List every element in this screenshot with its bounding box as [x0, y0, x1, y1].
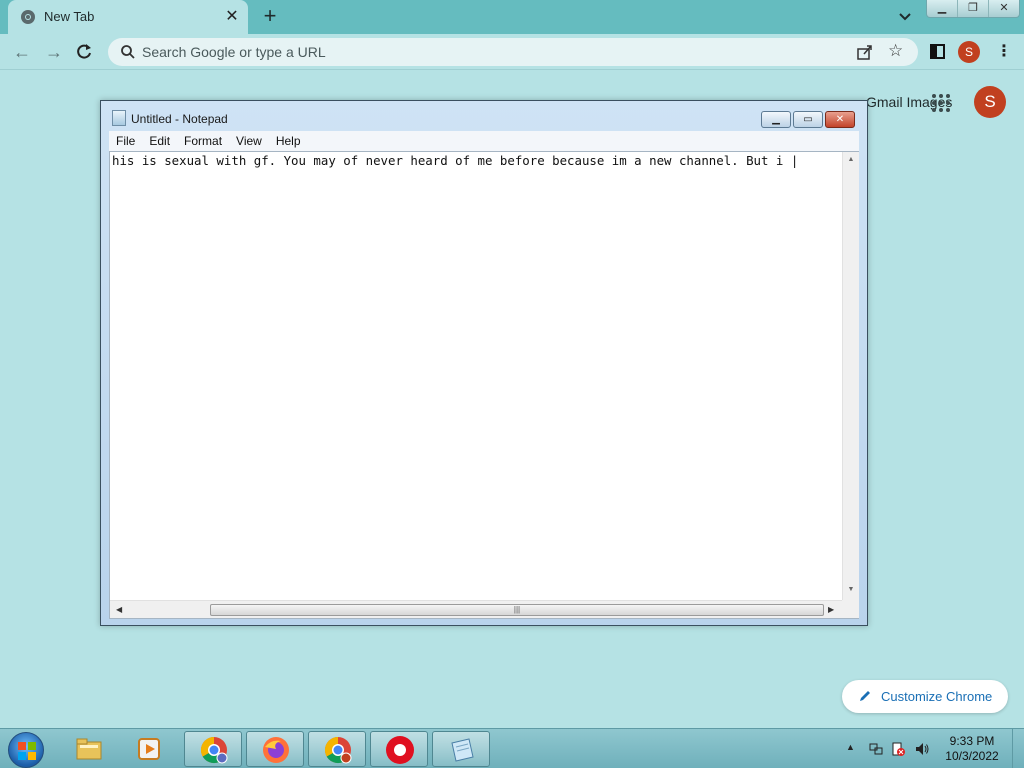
back-button[interactable]: ← — [10, 41, 34, 63]
scroll-thumb[interactable]: ||| — [210, 604, 824, 616]
scroll-down-icon[interactable]: ▼ — [847, 586, 855, 593]
notepad-window: Untitled - Notepad ▁ ▭ ✕ File Edit Forma… — [100, 100, 868, 626]
close-icon[interactable]: ✕ — [222, 7, 242, 27]
notepad-titlebar[interactable]: Untitled - Notepad ▁ ▭ ✕ — [101, 101, 867, 131]
show-desktop-button[interactable] — [1012, 729, 1024, 768]
minimize-button[interactable]: ▁ — [761, 111, 791, 128]
taskbar-media-player[interactable] — [120, 731, 178, 767]
taskbar-recorder[interactable] — [370, 731, 428, 767]
menu-view[interactable]: View — [229, 131, 269, 151]
close-button[interactable]: ✕ — [989, 0, 1019, 17]
taskbar-chrome[interactable] — [184, 731, 242, 767]
avatar-large[interactable]: S — [974, 86, 1006, 118]
close-button[interactable]: ✕ — [825, 111, 855, 128]
folder-icon — [76, 738, 102, 760]
menu-file[interactable]: File — [109, 131, 142, 151]
forward-button[interactable]: → — [42, 41, 66, 63]
taskbar-notepad[interactable] — [432, 731, 490, 767]
clock-time: 9:33 PM — [949, 734, 995, 748]
scroll-up-icon[interactable]: ▲ — [847, 156, 855, 163]
editor-content[interactable]: his is sexual with gf. You may of never … — [112, 153, 840, 169]
taskbar-firefox[interactable] — [246, 731, 304, 767]
taskbar-chrome-profile[interactable] — [308, 731, 366, 767]
chevron-down-icon[interactable] — [894, 7, 916, 27]
action-center-icon[interactable] — [890, 741, 906, 757]
chrome-icon — [21, 10, 35, 24]
start-button[interactable] — [8, 732, 44, 768]
resize-grip[interactable] — [842, 600, 859, 618]
browser-toolbar: ← → Search Google or type a URL ☆ S ⋮ — [0, 34, 1024, 70]
tab-new-tab[interactable]: New Tab ✕ — [8, 0, 248, 34]
pencil-icon — [860, 691, 870, 701]
customize-label: Customize Chrome — [881, 689, 993, 704]
scroll-right-icon[interactable]: ▶ — [828, 605, 834, 614]
clock-date: 10/3/2022 — [945, 749, 999, 763]
firefox-icon — [263, 737, 289, 763]
taskbar-folder[interactable] — [60, 731, 118, 767]
scroll-left-icon[interactable]: ◀ — [116, 605, 122, 614]
chrome-profile-icon — [324, 736, 352, 764]
address-bar[interactable]: Search Google or type a URL ☆ — [108, 38, 918, 66]
menu-format[interactable]: Format — [177, 131, 229, 151]
notepad-icon — [112, 110, 126, 126]
reload-icon[interactable] — [74, 42, 94, 62]
tab-strip: New Tab ✕ + ▁ ❐ ✕ — [0, 0, 1024, 34]
apps-icon[interactable] — [932, 94, 950, 112]
tab-title: New Tab — [44, 9, 95, 24]
text-editor[interactable]: his is sexual with gf. You may of never … — [109, 151, 859, 619]
maximize-button[interactable]: ▭ — [793, 111, 823, 128]
new-tab-button[interactable]: + — [258, 5, 282, 29]
window-title: Untitled - Notepad — [131, 112, 228, 126]
menu-icon[interactable]: ⋮ — [996, 42, 1012, 62]
volume-icon[interactable] — [914, 741, 930, 757]
notepad-menubar: File Edit Format View Help — [109, 131, 859, 151]
show-hidden-icons-icon[interactable]: ▲ — [846, 742, 855, 752]
share-icon[interactable] — [856, 43, 874, 61]
media-player-icon — [138, 738, 160, 760]
taskbar: ▲ 9:33 PM 10/3/2022 — [0, 728, 1024, 768]
menu-help[interactable]: Help — [269, 131, 308, 151]
record-icon — [386, 736, 414, 764]
windows-logo-icon — [18, 742, 36, 760]
search-icon — [121, 45, 135, 59]
network-icon[interactable] — [868, 741, 884, 757]
horizontal-scrollbar[interactable]: ◀ ||| ▶ — [110, 600, 842, 618]
chrome-icon — [200, 736, 228, 764]
window-controls: ▁ ❐ ✕ — [926, 0, 1020, 18]
side-panel-icon[interactable] — [930, 44, 945, 59]
notepad-window-controls: ▁ ▭ ✕ — [761, 111, 855, 129]
address-placeholder: Search Google or type a URL — [142, 44, 326, 60]
menu-edit[interactable]: Edit — [142, 131, 177, 151]
notepad-icon — [451, 738, 474, 762]
minimize-button[interactable]: ▁ — [927, 0, 958, 17]
customize-chrome-button[interactable]: Customize Chrome — [842, 680, 1008, 713]
avatar[interactable]: S — [958, 41, 980, 63]
vertical-scrollbar[interactable]: ▲ ▼ — [842, 152, 859, 600]
bookmark-star-icon[interactable]: ☆ — [888, 42, 906, 60]
restore-button[interactable]: ❐ — [958, 0, 989, 17]
clock[interactable]: 9:33 PM 10/3/2022 — [937, 734, 1007, 764]
system-tray: ▲ 9:33 PM 10/3/2022 — [842, 729, 1024, 768]
